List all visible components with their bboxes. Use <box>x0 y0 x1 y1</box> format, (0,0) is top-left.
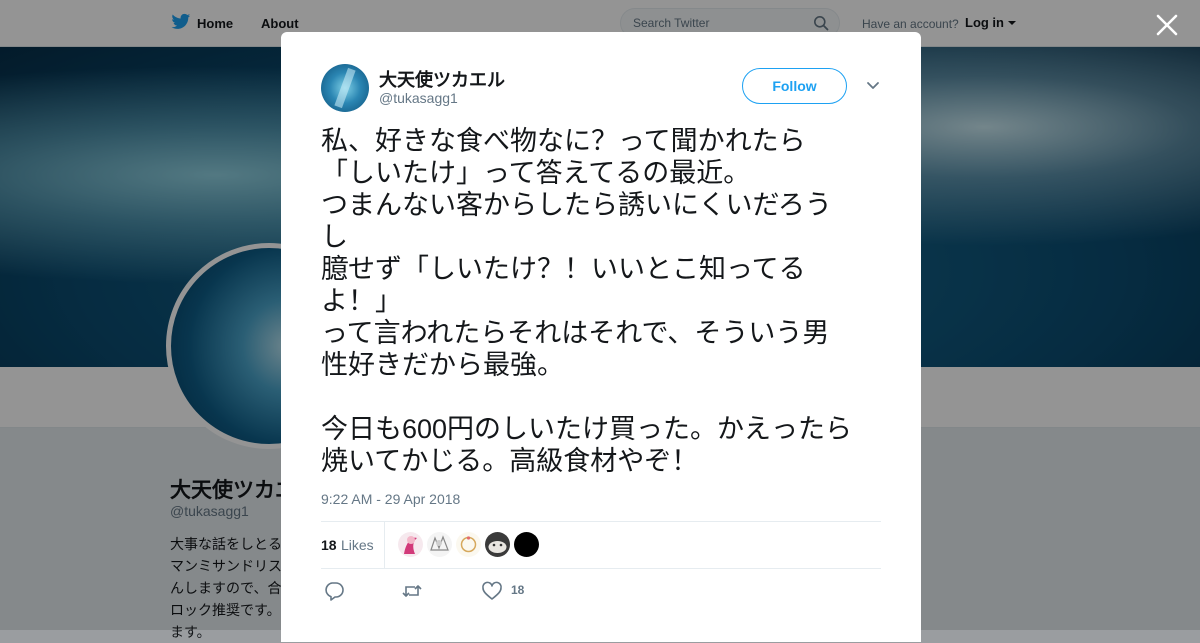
retweet-icon[interactable] <box>401 581 423 601</box>
likes-label[interactable]: Likes <box>341 537 374 553</box>
heart-icon[interactable] <box>481 581 503 601</box>
liker-avatar[interactable] <box>456 532 481 557</box>
tweet-author-name[interactable]: 大天使ツカエル <box>379 66 505 92</box>
tweet-text-line: 臆せず「しいたけ？！いいとこ知ってる <box>321 254 806 284</box>
close-icon[interactable] <box>1154 12 1180 38</box>
tweet-text-line: 今日も600円のしいたけ買った。かえったら <box>321 414 853 444</box>
tweet-modal: 大天使ツカエル @tukasagg1 Follow 私、好きな食べ物なに？って聞… <box>281 32 921 642</box>
chevron-down-icon[interactable] <box>866 81 880 91</box>
tweet-text-line: つまんない客からしたら誘いにくいだろう <box>321 190 832 220</box>
tweet-text-line: し <box>321 222 348 252</box>
liker-avatar[interactable] <box>427 532 452 557</box>
liker-avatar[interactable] <box>398 532 423 557</box>
tweet-text-line: 焼いてかじる。高級食材やぞ！ <box>321 446 699 476</box>
likes-count[interactable]: 18 <box>321 537 337 553</box>
tweet-text-line: 私、好きな食べ物なに？って聞かれたら <box>321 126 806 156</box>
divider <box>321 568 881 569</box>
tweet-text-line: よ！」 <box>321 286 402 316</box>
divider <box>321 521 881 522</box>
divider <box>384 522 385 568</box>
tweet-timestamp[interactable]: 9:22 AM - 29 Apr 2018 <box>321 491 460 507</box>
reply-icon[interactable] <box>323 581 345 601</box>
tweet-text-line: って言われたらそれはそれで、そういう男 <box>321 318 830 348</box>
liker-avatar[interactable] <box>485 532 510 557</box>
tweet-text-line: 「しいたけ」って答えてるの最近。 <box>321 158 751 188</box>
liker-avatar[interactable] <box>514 532 539 557</box>
tweet-text-line <box>321 381 881 413</box>
tweet-text: 私、好きな食べ物なに？って聞かれたら 「しいたけ」って答えてるの最近。 つまんな… <box>321 125 881 477</box>
tweet-author-handle[interactable]: @tukasagg1 <box>379 90 458 106</box>
tweet-text-line: 性好きだから最強。 <box>321 350 564 380</box>
follow-button[interactable]: Follow <box>742 68 847 104</box>
tweet-author-avatar[interactable] <box>321 64 369 112</box>
like-action-count[interactable]: 18 <box>511 583 524 597</box>
